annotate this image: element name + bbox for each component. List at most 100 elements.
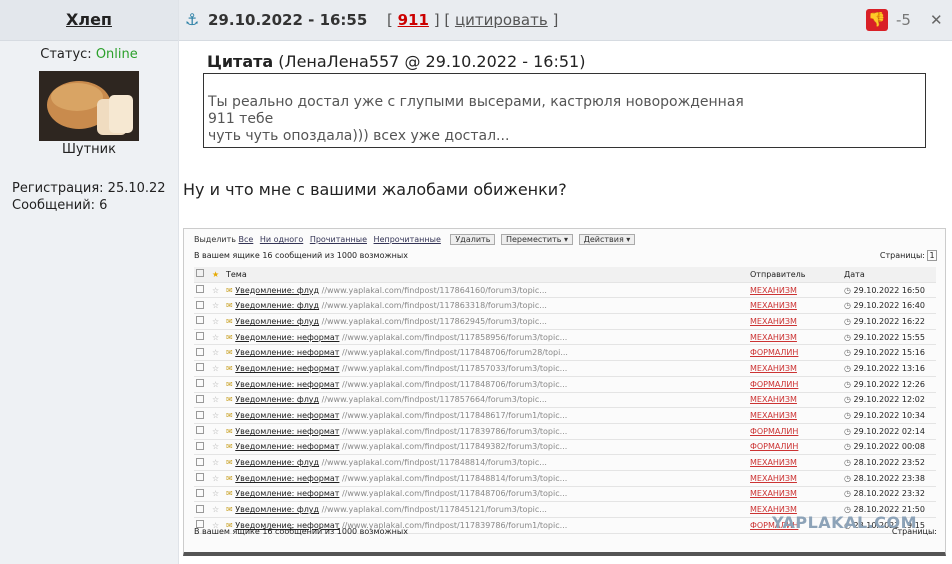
anchor-icon[interactable]: ⚓ bbox=[185, 10, 199, 29]
clock-icon: ◷ bbox=[844, 332, 851, 342]
envelope-icon: ✉ bbox=[226, 426, 233, 436]
mail-date: 29.10.2022 16:50 bbox=[853, 285, 925, 295]
mail-subject-cell: ✉ Уведомление: флуд //www.yaplakal.com/f… bbox=[224, 454, 748, 471]
mail-date-cell: ◷ 29.10.2022 00:08 bbox=[842, 439, 936, 456]
star-icon: ☆ bbox=[212, 332, 220, 342]
checkbox-icon bbox=[196, 316, 204, 325]
star-icon: ☆ bbox=[212, 411, 220, 421]
mail-sender: МЕХАНИЗМ bbox=[750, 316, 797, 326]
mail-sender-cell: МЕХАНИЗМ bbox=[748, 392, 842, 409]
checkbox-icon bbox=[196, 332, 204, 341]
envelope-icon: ✉ bbox=[226, 442, 233, 452]
star-icon: ☆ bbox=[212, 473, 220, 483]
mailbox-info-footer: В вашем ящике 16 сообщений из 1000 возмо… bbox=[194, 527, 408, 536]
mailbox-info: В вашем ящике 16 сообщений из 1000 возмо… bbox=[194, 251, 408, 260]
envelope-icon: ✉ bbox=[226, 332, 233, 342]
mail-date: 29.10.2022 15:16 bbox=[853, 348, 925, 358]
envelope-icon: ✉ bbox=[226, 348, 233, 358]
mail-date-cell: ◷ 29.10.2022 02:14 bbox=[842, 423, 936, 440]
clock-icon: ◷ bbox=[844, 458, 851, 468]
mail-subject: Уведомление: флуд bbox=[235, 301, 320, 311]
mail-sender: МЕХАНИЗМ bbox=[750, 363, 797, 373]
checkbox-icon bbox=[196, 410, 204, 419]
mail-url: //www.yaplakal.com/findpost/117848617/fo… bbox=[341, 411, 568, 421]
pages-footer: Страницы: bbox=[891, 527, 937, 536]
pages-label: Страницы: bbox=[879, 251, 925, 260]
checkbox-icon bbox=[196, 394, 204, 403]
table-row: ☆ ✉ Уведомление: флуд //www.yaplakal.com/… bbox=[194, 454, 936, 471]
user-header: Хлеп bbox=[0, 0, 178, 41]
envelope-icon: ✉ bbox=[226, 363, 233, 373]
table-row: ☆ ✉ Уведомление: неформат //www.yaplakal.… bbox=[194, 376, 936, 393]
table-row: ☆ ✉ Уведомление: флуд //www.yaplakal.com/… bbox=[194, 282, 936, 299]
quote-line: Ты реально достал уже с глупыми высерами… bbox=[208, 94, 744, 110]
mail-sender-cell: ФОРМАЛИН bbox=[748, 439, 842, 456]
mail-url: //www.yaplakal.com/findpost/117845121/fo… bbox=[321, 505, 547, 515]
checkbox-icon bbox=[196, 363, 204, 372]
mail-url: //www.yaplakal.com/findpost/117858956/fo… bbox=[341, 332, 568, 342]
mail-sender: МЕХАНИЗМ bbox=[750, 301, 797, 311]
mail-sender-cell: ФОРМАЛИН bbox=[748, 344, 842, 362]
envelope-icon: ✉ bbox=[226, 301, 233, 311]
mail-date-cell: ◷ 29.10.2022 10:34 bbox=[842, 407, 936, 424]
clock-icon: ◷ bbox=[844, 395, 851, 405]
quote-box: Ты реально достал уже с глупыми высерами… bbox=[203, 73, 926, 148]
mail-date-cell: ◷ 28.10.2022 23:52 bbox=[842, 454, 936, 471]
actions-button: Действия ▾ bbox=[578, 234, 636, 245]
post-number-link[interactable]: 911 bbox=[398, 11, 429, 29]
checkbox-icon bbox=[196, 457, 204, 466]
avatar[interactable] bbox=[39, 71, 139, 141]
mail-sender: МЕХАНИЗМ bbox=[750, 473, 797, 483]
quote-meta: (ЛенаЛена557 @ 29.10.2022 - 16:51) bbox=[278, 52, 586, 71]
star-icon: ☆ bbox=[212, 348, 220, 358]
post-count: Сообщений: 6 bbox=[12, 198, 108, 213]
mail-date-cell: ◷ 29.10.2022 15:16 bbox=[842, 344, 936, 362]
envelope-icon: ✉ bbox=[226, 505, 233, 515]
thumbs-down-icon[interactable]: 👎 bbox=[866, 9, 888, 31]
mail-date: 29.10.2022 00:08 bbox=[853, 442, 925, 452]
mail-subject: Уведомление: неформат bbox=[235, 442, 340, 452]
hide-icon[interactable]: ✕ bbox=[930, 11, 943, 29]
select-link: Непрочитанные bbox=[373, 235, 441, 244]
table-row: ☆ ✉ Уведомление: флуд //www.yaplakal.com/… bbox=[194, 297, 936, 315]
star-icon: ☆ bbox=[212, 458, 220, 468]
star-icon: ☆ bbox=[212, 285, 220, 295]
table-row: ☆ ✉ Уведомление: неформат //www.yaplakal.… bbox=[194, 486, 936, 503]
mail-sender-cell: МЕХАНИЗМ bbox=[748, 297, 842, 315]
table-row: ☆ ✉ Уведомление: неформат //www.yaplakal.… bbox=[194, 360, 936, 377]
mail-sender: ФОРМАЛИН bbox=[750, 442, 799, 452]
table-row: ☆ ✉ Уведомление: неформат //www.yaplakal.… bbox=[194, 439, 936, 456]
mail-sender: МЕХАНИЗМ bbox=[750, 489, 797, 499]
star-icon: ☆ bbox=[212, 379, 220, 389]
clock-icon: ◷ bbox=[844, 348, 851, 358]
mail-subject: Уведомление: флуд bbox=[235, 395, 320, 405]
clock-icon: ◷ bbox=[844, 363, 851, 373]
mail-subject-cell: ✉ Уведомление: неформат //www.yaplakal.c… bbox=[224, 407, 748, 424]
embedded-screenshot[interactable]: Выделить Все Ни одного Прочитанные Непро… bbox=[183, 228, 946, 556]
mail-url: //www.yaplakal.com/findpost/117864160/fo… bbox=[321, 285, 547, 295]
star-icon: ☆ bbox=[212, 363, 220, 373]
envelope-icon: ✉ bbox=[226, 379, 233, 389]
envelope-icon: ✉ bbox=[226, 316, 233, 326]
mail-subject-cell: ✉ Уведомление: флуд //www.yaplakal.com/f… bbox=[224, 282, 748, 299]
pages: Страницы: 1 bbox=[878, 250, 937, 261]
mail-subject-cell: ✉ Уведомление: неформат //www.yaplakal.c… bbox=[224, 423, 748, 440]
post-date: 29.10.2022 - 16:55 bbox=[208, 11, 368, 29]
table-row: ☆ ✉ Уведомление: неформат //www.yaplakal.… bbox=[194, 407, 936, 424]
mail-date-cell: ◷ 29.10.2022 15:55 bbox=[842, 329, 936, 346]
mail-sender-cell: ФОРМАЛИН bbox=[748, 423, 842, 440]
envelope-icon: ✉ bbox=[226, 489, 233, 499]
envelope-icon: ✉ bbox=[226, 395, 233, 405]
mail-url: //www.yaplakal.com/findpost/117848706/fo… bbox=[341, 379, 568, 389]
mail-sender: ФОРМАЛИН bbox=[750, 379, 799, 389]
mail-toolbar: Выделить Все Ни одного Прочитанные Непро… bbox=[194, 234, 636, 245]
quote-link[interactable]: цитировать bbox=[455, 11, 548, 29]
mail-url: //www.yaplakal.com/findpost/117839786/fo… bbox=[341, 426, 568, 436]
username-link[interactable]: Хлеп bbox=[66, 10, 112, 29]
mail-subject: Уведомление: флуд bbox=[235, 458, 320, 468]
mail-sender-cell: МЕХАНИЗМ bbox=[748, 470, 842, 487]
mail-subject-cell: ✉ Уведомление: флуд //www.yaplakal.com/f… bbox=[224, 501, 748, 518]
clock-icon: ◷ bbox=[844, 411, 851, 421]
table-header: ★ Тема Отправитель Дата bbox=[194, 267, 936, 283]
mail-date-cell: ◷ 29.10.2022 12:26 bbox=[842, 376, 936, 393]
